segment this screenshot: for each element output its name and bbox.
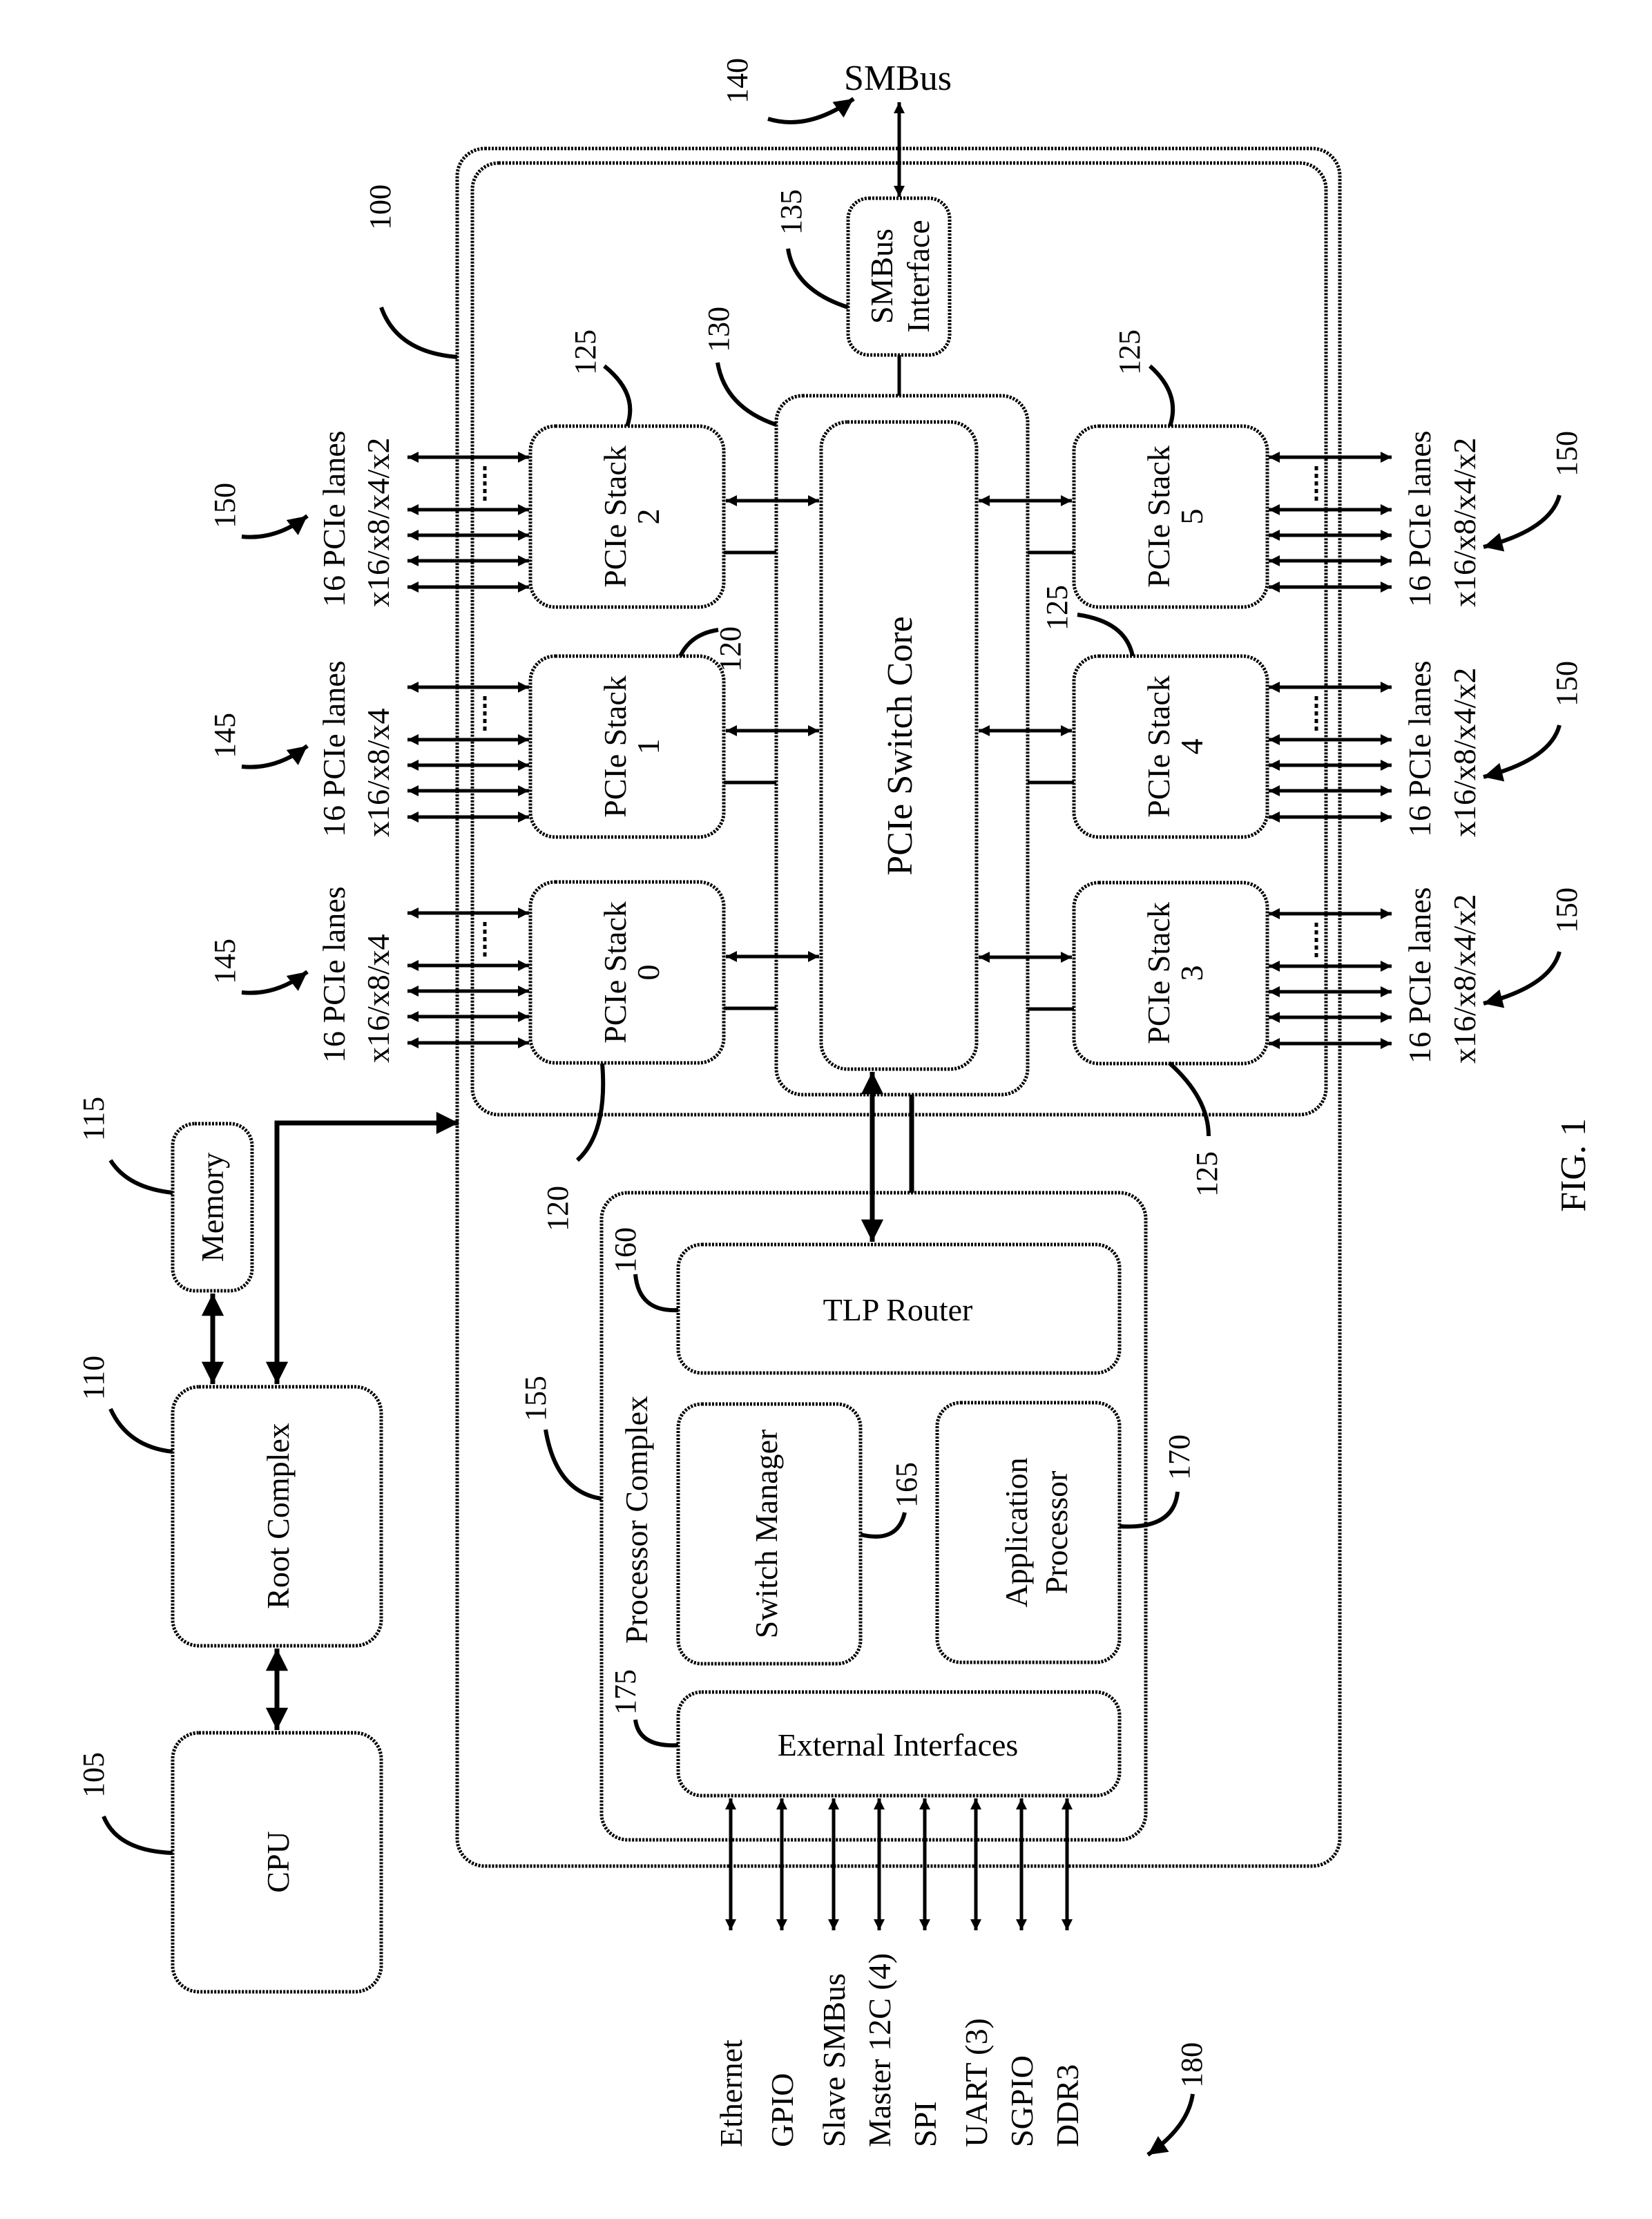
interface-label: GPIO bbox=[765, 2073, 800, 2147]
pcie-stack-index: 3 bbox=[1174, 966, 1209, 981]
ref-175: 175 bbox=[608, 1669, 642, 1715]
lanes-count-label: 16 PCIe lanes bbox=[1402, 887, 1437, 1064]
lane-group-ref: 150 bbox=[1550, 661, 1584, 707]
smbus-interface-label-2: Interface bbox=[901, 220, 936, 332]
ref-135: 135 bbox=[774, 189, 808, 235]
interface-label: Ethernet bbox=[713, 2039, 749, 2147]
pcie-stack-index: 2 bbox=[631, 509, 666, 525]
ref-125-stack2: 125 bbox=[568, 329, 602, 375]
leader-140 bbox=[767, 97, 855, 124]
lanes-width-label: x16/x8/x4 bbox=[361, 934, 396, 1063]
application-processor-label-2: Processor bbox=[1039, 1471, 1074, 1595]
lane-group-ref: 145 bbox=[208, 939, 242, 984]
pcie-stack-label: PCIe Stack bbox=[1141, 675, 1176, 818]
lanes-count-label: 16 PCIe lanes bbox=[316, 886, 352, 1063]
tlp-router-label: TLP Router bbox=[823, 1292, 973, 1327]
ref-160: 160 bbox=[608, 1227, 642, 1273]
interface-label: Master 12C (4) bbox=[862, 1953, 897, 2147]
ref-170: 170 bbox=[1162, 1434, 1196, 1480]
pcie-stack-label: PCIe Stack bbox=[1141, 902, 1176, 1044]
ref-125-stack4: 125 bbox=[1040, 585, 1074, 631]
lanes-count-label: 16 PCIe lanes bbox=[316, 660, 352, 837]
processor-complex-label: Processor Complex bbox=[619, 1396, 654, 1644]
smbus-external-label: SMBus bbox=[844, 59, 952, 98]
memory-label: Memory bbox=[195, 1153, 230, 1262]
ref-115: 115 bbox=[77, 1097, 111, 1141]
lanes-width-label: x16/x8/x4/x2 bbox=[1447, 668, 1482, 837]
ref-155: 155 bbox=[519, 1376, 553, 1421]
lane-group-leader bbox=[241, 514, 309, 539]
interface-label: SPI bbox=[907, 2102, 943, 2147]
lane-group-leader bbox=[241, 744, 309, 769]
lanes-width-label: x16/x8/x4/x2 bbox=[361, 438, 396, 607]
figure-caption: FIG. 1 bbox=[1554, 1118, 1593, 1212]
ref-180: 180 bbox=[1175, 2042, 1209, 2088]
switch-manager-label: Switch Manager bbox=[749, 1430, 784, 1639]
pcie-stack-index: 0 bbox=[631, 965, 666, 981]
root-complex-to-switch-link bbox=[265, 1111, 459, 1384]
pcie-stack-index: 5 bbox=[1174, 509, 1209, 525]
interface-label: SGPIO bbox=[1004, 2055, 1039, 2147]
ref-140: 140 bbox=[720, 58, 754, 104]
pcie-stack-label: PCIe Stack bbox=[1141, 445, 1176, 588]
pcie-stack-index: 4 bbox=[1174, 739, 1209, 755]
lane-group-ref: 150 bbox=[1550, 887, 1584, 933]
application-processor-label-1: Application bbox=[999, 1457, 1034, 1607]
leader-105 bbox=[102, 1815, 173, 1855]
cpu-label: CPU bbox=[260, 1831, 296, 1892]
switch-core-label: PCIe Switch Core bbox=[881, 616, 920, 876]
external-interfaces-label: External Interfaces bbox=[778, 1727, 1019, 1762]
lane-group-leader bbox=[1483, 494, 1562, 552]
ref-100: 100 bbox=[363, 184, 397, 230]
leader-110 bbox=[108, 1408, 173, 1454]
ref-125-stack3: 125 bbox=[1190, 1151, 1224, 1197]
lane-group-leader bbox=[1483, 951, 1562, 1008]
lane-group-leader bbox=[1483, 724, 1562, 782]
lanes-width-label: x16/x8/x4 bbox=[361, 708, 396, 837]
ref-165: 165 bbox=[890, 1462, 923, 1508]
lanes-count-label: 16 PCIe lanes bbox=[1402, 430, 1437, 607]
ref-130: 130 bbox=[702, 307, 736, 352]
pcie-switch-block-diagram: SMBus 140 SMBus Interface 135 PCIe Switc… bbox=[77, 58, 1593, 2157]
pcie-stack-label: PCIe Stack bbox=[597, 675, 633, 818]
smbus-interface-label-1: SMBus bbox=[864, 229, 899, 324]
lanes-count-label: 16 PCIe lanes bbox=[316, 430, 352, 607]
lane-group-ref: 150 bbox=[208, 483, 242, 528]
interface-label: UART (3) bbox=[959, 2018, 994, 2147]
ref-125-stack5: 125 bbox=[1113, 329, 1146, 375]
interface-label: DDR3 bbox=[1050, 2064, 1085, 2147]
interface-label: Slave SMBus bbox=[816, 1973, 852, 2147]
lanes-count-label: 16 PCIe lanes bbox=[1402, 660, 1437, 837]
pcie-stack-label: PCIe Stack bbox=[597, 901, 633, 1044]
ref-120-stack0: 120 bbox=[541, 1186, 575, 1231]
pcie-stack-label: PCIe Stack bbox=[597, 445, 633, 588]
lane-group-leader bbox=[241, 970, 309, 995]
lanes-width-label: x16/x8/x4/x2 bbox=[1447, 894, 1482, 1064]
root-complex-label: Root Complex bbox=[260, 1423, 296, 1609]
ref-110: 110 bbox=[77, 1356, 111, 1400]
lanes-width-label: x16/x8/x4/x2 bbox=[1447, 438, 1482, 607]
ref-120-stack1: 120 bbox=[713, 626, 747, 672]
ref-105: 105 bbox=[77, 1752, 111, 1798]
lane-group-ref: 150 bbox=[1550, 431, 1584, 477]
leader-180 bbox=[1146, 2093, 1195, 2157]
pcie-stack-index: 1 bbox=[631, 739, 666, 755]
lane-group-ref: 145 bbox=[208, 713, 242, 758]
leader-115 bbox=[108, 1159, 173, 1195]
leader-100 bbox=[379, 306, 458, 359]
